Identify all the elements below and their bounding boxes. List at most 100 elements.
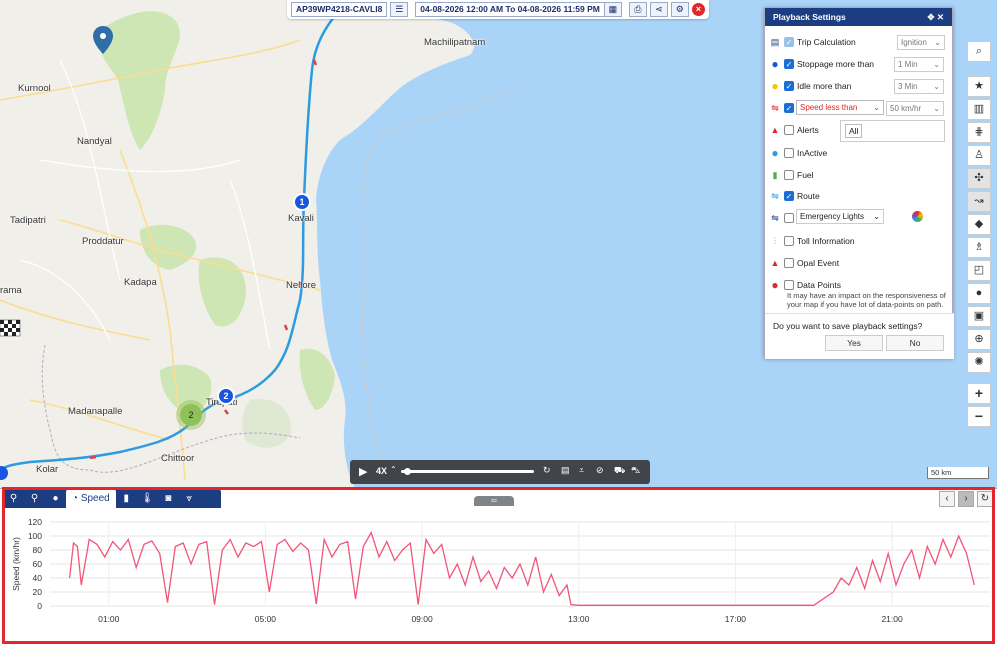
city-label: Chittoor — [161, 453, 195, 464]
idle-checkbox[interactable]: ✓ — [784, 81, 794, 91]
filter-icon[interactable]: ⩡ — [579, 465, 584, 476]
location-pin-icon[interactable]: ● — [967, 283, 991, 304]
cluster-marker[interactable]: 2 — [180, 404, 202, 426]
y-tick-label: 0 — [37, 601, 42, 611]
map-layers-icon[interactable]: ▥ — [967, 99, 991, 120]
idle-select[interactable]: 3 Min ⌄ — [894, 79, 944, 94]
speed-series-line — [68, 530, 975, 606]
print-icon[interactable]: ⎙ — [628, 2, 647, 17]
data-points-checkbox[interactable] — [784, 280, 794, 290]
data-points-note: It may have an impact on the responsiven… — [787, 291, 946, 309]
expand-more-icon[interactable]: ⩔ — [179, 489, 200, 508]
thermometer-icon[interactable]: 🌡︎ — [137, 489, 158, 508]
setting-row-speed: ⇋ ✓ Speed less than ⌄ 50 km/hr ⌄ — [765, 100, 954, 118]
alert-tag[interactable]: All — [845, 124, 863, 138]
fuel-checkbox[interactable] — [784, 170, 794, 180]
building-icon[interactable]: ▣ — [967, 306, 991, 327]
setting-label: InActive — [797, 148, 828, 158]
inactive-checkbox[interactable] — [784, 148, 794, 158]
search-icon[interactable]: ⌕ — [967, 41, 991, 62]
fan-icon[interactable]: ✣ — [967, 168, 991, 189]
city-label: Nellore — [286, 280, 317, 291]
fuel-icon[interactable]: ▮ — [116, 489, 137, 508]
refresh-icon[interactable]: ↻ — [543, 465, 551, 476]
zoom-box-icon[interactable]: ◰ — [967, 260, 991, 281]
camera-icon[interactable]: ◙ — [158, 489, 179, 508]
chart-tabs: ⚲ ⚲ ● ◔ Speed ▮ 🌡︎ ◙ ⩔ — [3, 489, 221, 508]
setting-row-inactive: ● InActive — [765, 145, 954, 163]
city-label: Kolar — [36, 464, 59, 475]
setting-label: Idle more than — [797, 81, 852, 91]
alert-triangle-icon: ▲ — [770, 125, 780, 135]
tab-speed[interactable]: ◔ Speed — [66, 489, 116, 508]
move-icon[interactable]: ✥ — [927, 12, 934, 22]
zoom-out-button[interactable]: − — [967, 406, 991, 427]
playback-slider[interactable] — [401, 468, 534, 475]
y-tick-label: 80 — [33, 545, 43, 555]
toll-icon: ⫶ — [773, 236, 777, 246]
tag-icon[interactable]: ◆ — [967, 214, 991, 235]
panel-resize-handle[interactable]: ═ — [474, 496, 514, 506]
speed-route-icon: ⇋ — [771, 103, 779, 113]
atom-icon[interactable]: ✺ — [967, 352, 991, 373]
reset-icon[interactable]: ↻ — [977, 491, 993, 507]
vehicle-selector[interactable]: AP39WP4218-CAVLI8 — [291, 2, 388, 17]
chevron-left-icon[interactable]: ‹ — [939, 491, 955, 507]
truck-icon[interactable]: ⛟ — [614, 465, 625, 477]
emergency-lights-checkbox[interactable] — [784, 213, 794, 223]
color-picker-icon[interactable] — [912, 211, 923, 222]
toll-checkbox[interactable] — [784, 236, 794, 246]
trip-marker[interactable]: 1 — [293, 193, 311, 211]
speed-checkbox[interactable]: ✓ — [784, 103, 794, 113]
block-icon[interactable]: ⊘ — [596, 465, 604, 476]
close-icon[interactable]: × — [691, 3, 705, 16]
ignition-select[interactable]: Ignition ⌄ — [897, 35, 945, 50]
hierarchy-icon[interactable]: ♗ — [967, 237, 991, 258]
stoppage-select[interactable]: 1 Min ⌄ — [894, 57, 944, 72]
emergency-lights-select[interactable]: Emergency Lights ⌄ — [796, 209, 884, 224]
setting-row-fuel: ▮ Fuel — [765, 167, 954, 185]
play-icon[interactable]: ▶ — [359, 465, 367, 478]
close-icon[interactable]: ✕ — [937, 12, 944, 22]
gear-icon[interactable]: ⚙ — [670, 2, 689, 17]
crosshair-icon[interactable]: ⊕ — [967, 329, 991, 350]
setting-row-stoppage: ● ✓ Stoppage more than 1 Min ⌄ — [765, 56, 954, 74]
star-icon[interactable]: ★ — [967, 76, 991, 97]
route-checkbox[interactable]: ✓ — [784, 191, 794, 201]
date-range-field[interactable]: 04-08-2026 12:00 AM To 04-08-2026 11:59 … — [415, 2, 605, 17]
setting-row-opal: ▲ Opal Event — [765, 255, 954, 273]
speed-chart[interactable]: 0 20 40 60 80 100 120 01:00 05:00 09:00 13:00 17:00… — [0, 508, 997, 643]
list-icon[interactable]: ☰ — [390, 2, 409, 17]
slider-handle[interactable] — [403, 468, 411, 475]
car-icon[interactable]: ⛍ — [631, 465, 640, 477]
person-pin-icon[interactable]: ♙ — [967, 145, 991, 166]
pin-icon[interactable]: ⚲ — [24, 489, 45, 508]
yes-button[interactable]: Yes — [825, 335, 883, 351]
emergency-route-icon: ⇋ — [771, 213, 779, 223]
vehicle-position-marker[interactable] — [0, 466, 8, 480]
calendar-icon[interactable]: ▦ — [603, 2, 622, 17]
share-icon[interactable]: ⋖ — [649, 2, 668, 17]
route-pin-icon[interactable]: ↝ — [967, 191, 991, 212]
opal-checkbox[interactable] — [784, 258, 794, 268]
speed-condition-select[interactable]: Speed less than ⌄ — [796, 100, 884, 115]
speed-limit-select[interactable]: 50 km/hr ⌄ — [886, 101, 944, 116]
save-icon[interactable]: ▤ — [561, 465, 570, 476]
chevron-up-icon[interactable]: ⌃ — [390, 465, 397, 474]
zoom-in-button[interactable]: + — [967, 383, 991, 404]
stoppage-checkbox[interactable]: ✓ — [784, 59, 794, 69]
alerts-multiselect[interactable]: All — [840, 120, 945, 142]
circle-icon[interactable]: ● — [45, 489, 66, 508]
trip-calculation-checkbox[interactable]: ✓ — [784, 37, 794, 47]
route-pin-icon[interactable]: ⚲ — [3, 489, 24, 508]
traffic-icon[interactable]: ⋕ — [967, 122, 991, 143]
alerts-checkbox[interactable] — [784, 125, 794, 135]
finish-flag-icon[interactable] — [0, 319, 21, 337]
city-label: Kadapa — [124, 277, 157, 288]
y-tick-label: 60 — [33, 559, 43, 569]
setting-row-trip-calculation: ▤ ✓ Trip Calculation Ignition ⌄ — [765, 34, 954, 52]
trip-marker[interactable]: 2 — [217, 387, 235, 405]
playback-speed[interactable]: 4X — [376, 466, 387, 476]
no-button[interactable]: No — [886, 335, 944, 351]
chevron-right-icon[interactable]: › — [958, 491, 974, 507]
